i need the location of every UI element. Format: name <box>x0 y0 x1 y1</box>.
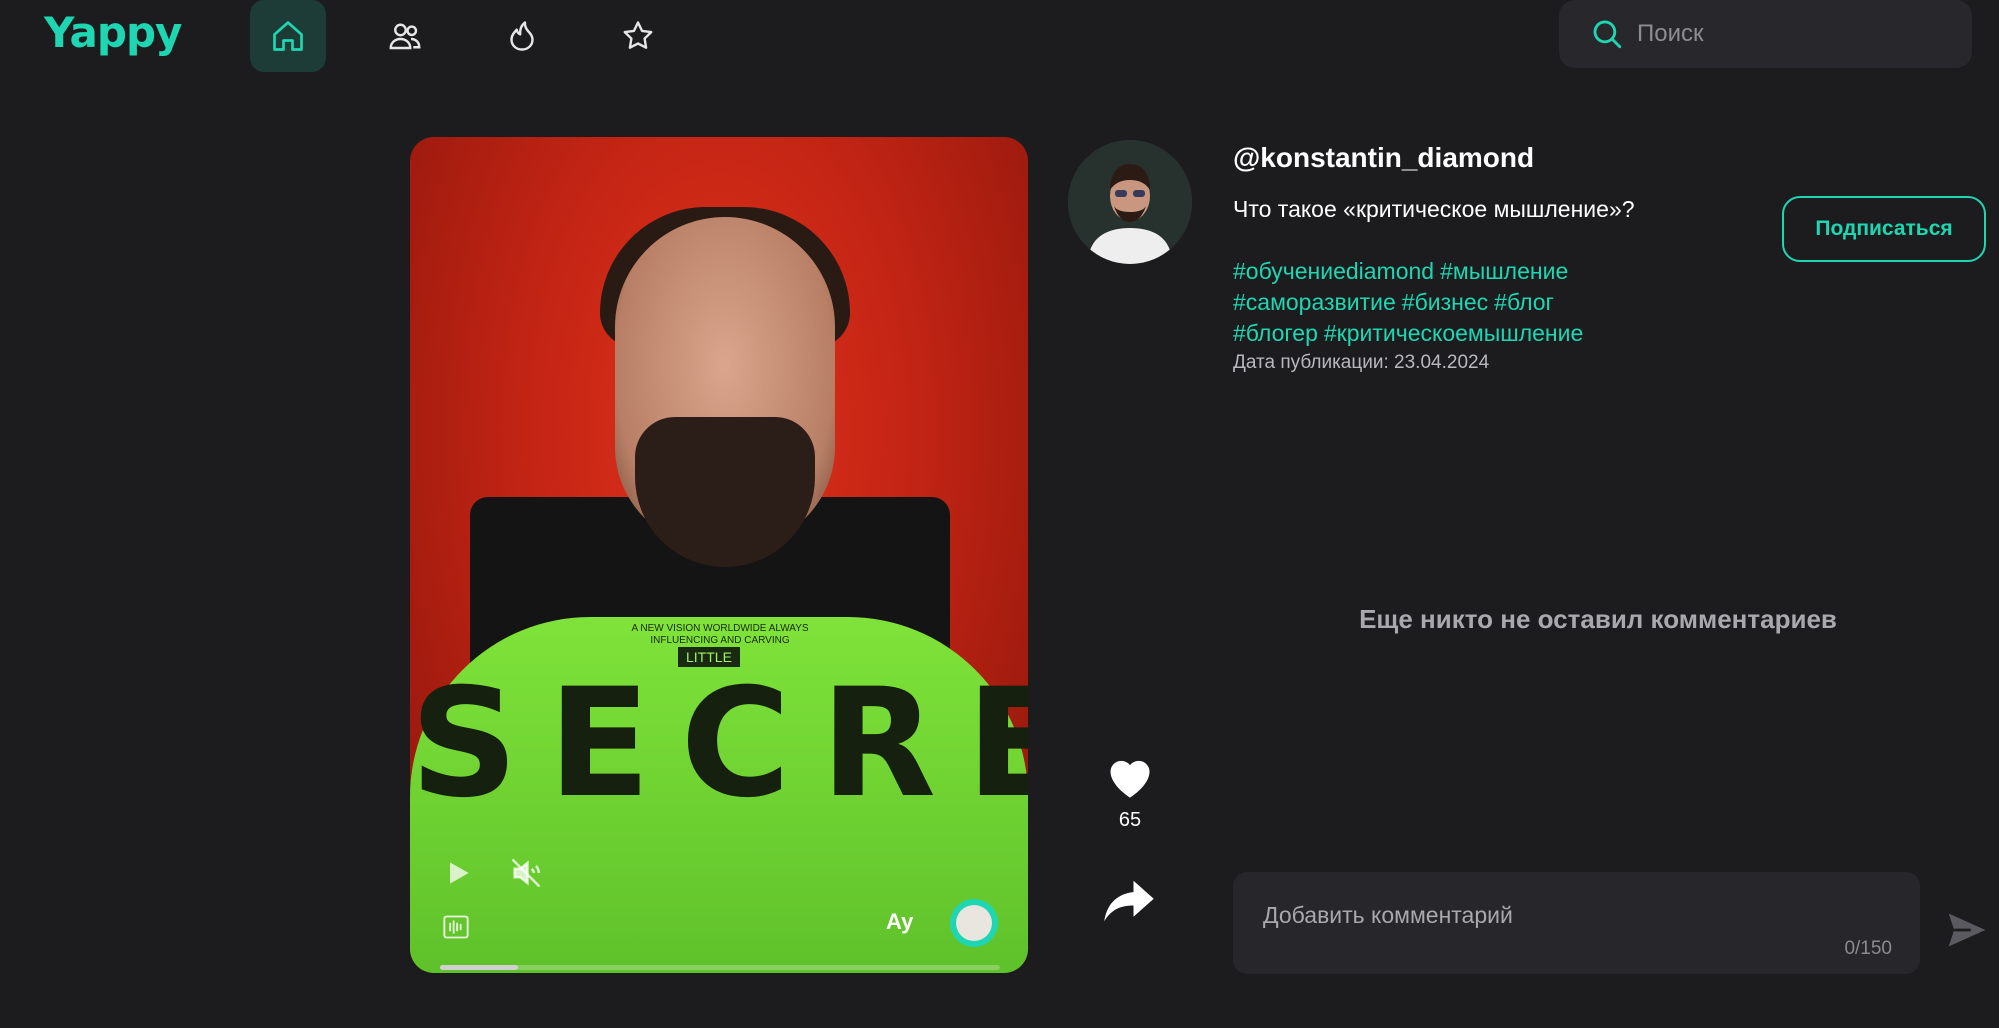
hashtag-link[interactable]: #бизнес <box>1402 289 1488 315</box>
empty-comments-message: Еще никто не оставил комментариев <box>1359 604 1837 634</box>
video-progress-bar[interactable] <box>440 965 1000 970</box>
play-button[interactable] <box>438 853 478 893</box>
nav-favorites-button[interactable] <box>600 0 676 72</box>
share-button[interactable] <box>1102 878 1156 929</box>
flame-icon <box>510 21 534 51</box>
search-input[interactable] <box>1635 19 1959 49</box>
author-avatar[interactable] <box>1068 140 1192 264</box>
search-bar[interactable] <box>1559 0 1972 68</box>
heart-icon <box>1110 760 1150 798</box>
star-icon <box>623 21 653 49</box>
video-shirt-print: SECRE <box>410 657 1028 831</box>
app-logo[interactable]: Yappy <box>44 8 182 57</box>
publish-date: Дата публикации: 23.04.2024 <box>1233 352 1490 373</box>
post-description: Что такое «критическое мышление»? <box>1233 196 1635 222</box>
hashtag-link[interactable]: #обучениеdiamond <box>1233 258 1434 284</box>
hashtag-link[interactable]: #блог <box>1494 289 1554 315</box>
nav-people-button[interactable] <box>367 0 443 72</box>
send-icon <box>1948 913 1986 947</box>
audio-wave-icon <box>443 915 469 939</box>
people-icon <box>389 23 421 50</box>
author-username[interactable]: @konstantin_diamond <box>1233 142 1534 174</box>
send-button[interactable] <box>1945 908 1989 957</box>
hashtag-link[interactable]: #саморазвитие <box>1233 289 1396 315</box>
home-icon <box>273 21 303 51</box>
video-progress-fill <box>440 965 519 970</box>
comment-input[interactable]: Добавить комментарий 0/150 <box>1233 872 1920 974</box>
search-icon <box>1589 16 1625 52</box>
mute-icon <box>511 858 541 888</box>
share-icon <box>1104 880 1154 922</box>
nav-trending-button[interactable] <box>484 0 560 72</box>
post-hashtags: #обучениеdiamond #мышление #саморазвитие #… <box>1233 256 1653 349</box>
hashtag-link[interactable]: #критическоемышление <box>1324 320 1583 346</box>
hashtag-link[interactable]: #мышление <box>1440 258 1568 284</box>
video-player[interactable]: A NEW VISION WORLDWIDE ALWAYS INFLUENCIN… <box>410 137 1028 973</box>
like-count: 65 <box>1118 809 1142 831</box>
like-button[interactable]: 65 <box>1100 752 1160 832</box>
mute-button[interactable] <box>506 853 546 893</box>
hashtag-link[interactable]: #блогер <box>1233 320 1318 346</box>
video-author-avatar[interactable] <box>950 899 998 947</box>
subscribe-button[interactable]: Подписаться <box>1782 196 1986 262</box>
comment-char-counter: 0/150 <box>1844 938 1892 959</box>
video-shirt-small-text: A NEW VISION WORLDWIDE ALWAYS INFLUENCIN… <box>631 623 809 646</box>
audio-wave-button[interactable] <box>438 909 474 945</box>
video-author-overlay: Ay <box>886 909 914 934</box>
comment-placeholder: Добавить комментарий <box>1263 902 1513 928</box>
play-icon <box>450 862 469 884</box>
nav-home-button[interactable] <box>250 0 326 72</box>
